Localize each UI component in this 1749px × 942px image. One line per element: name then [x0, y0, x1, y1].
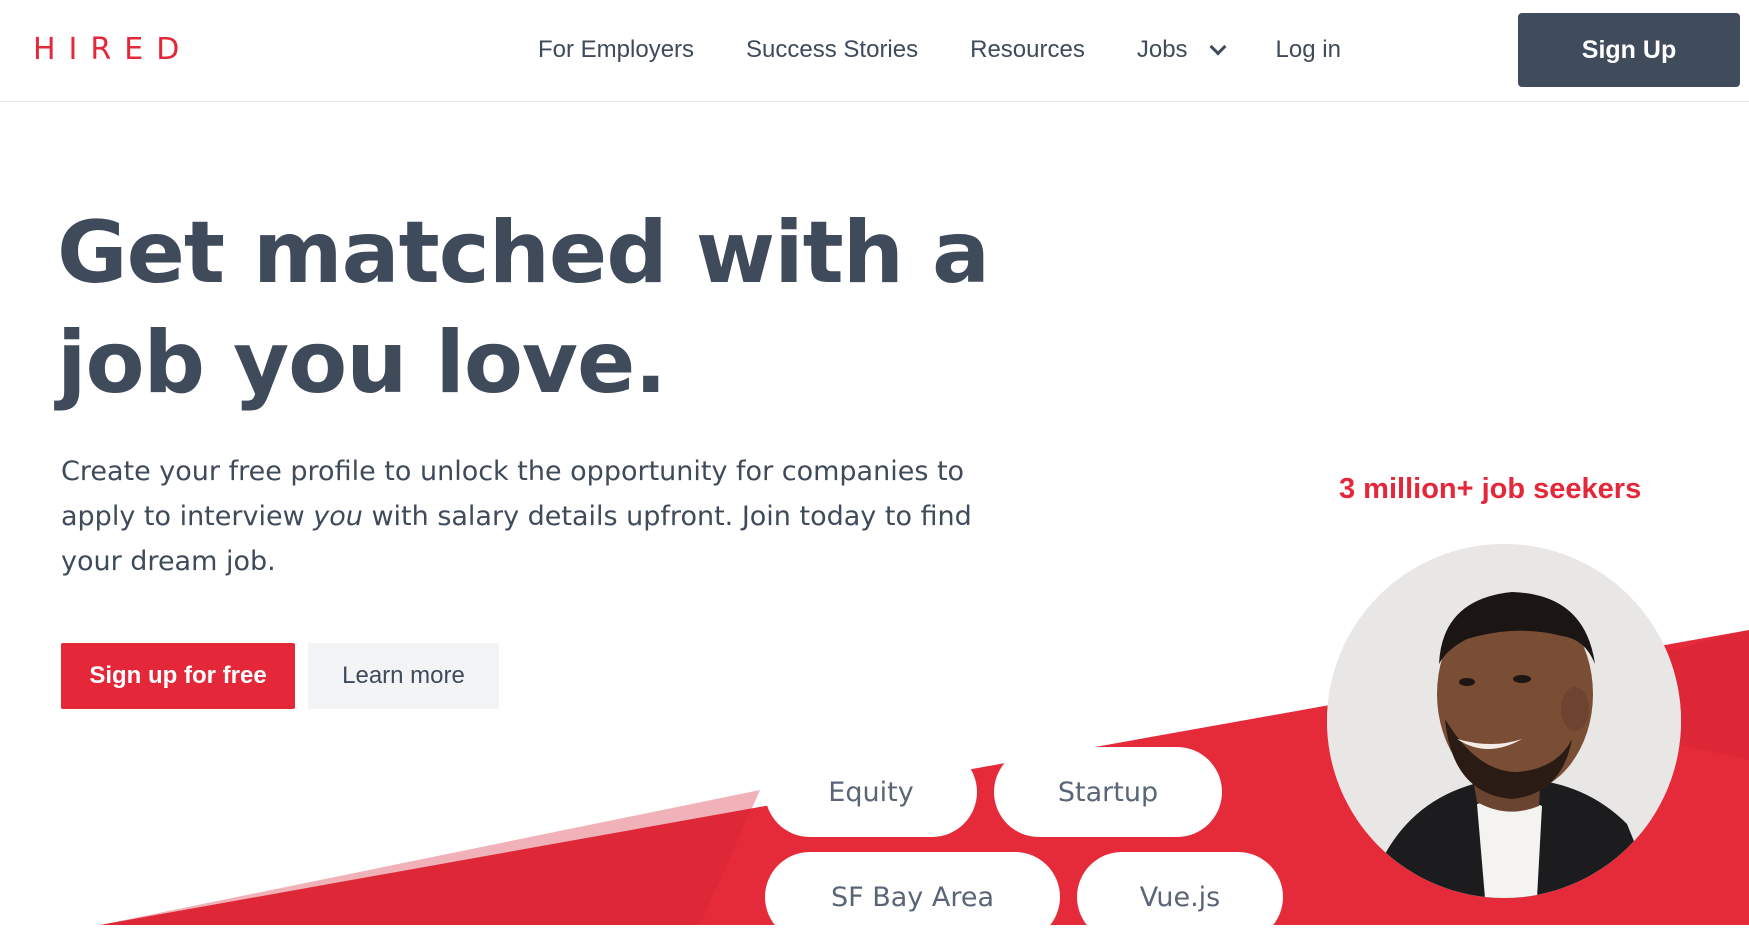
hired-logo[interactable]: HIRED: [33, 30, 192, 70]
sign-up-for-free-button[interactable]: Sign up for free: [61, 643, 295, 709]
nav-success-stories[interactable]: Success Stories: [746, 36, 918, 64]
sign-up-button[interactable]: Sign Up: [1518, 13, 1740, 87]
nav-log-in[interactable]: Log in: [1276, 36, 1341, 64]
tag-startup[interactable]: Startup: [994, 747, 1222, 837]
nav-jobs-label: Jobs: [1136, 36, 1188, 63]
main-nav: For Employers Success Stories Resources …: [538, 30, 1393, 70]
nav-jobs-dropdown[interactable]: Jobs: [1136, 36, 1227, 64]
job-seekers-count: 3 million+ job seekers: [1339, 473, 1642, 505]
hero-title-line-2: job you love.: [57, 313, 667, 413]
hero-title-line-1: Get matched with a: [57, 203, 990, 303]
nav-for-employers[interactable]: For Employers: [538, 36, 694, 64]
hero-title: Get matched with a job you love.: [57, 198, 1057, 418]
chevron-down-icon: [1209, 38, 1227, 56]
tag-equity[interactable]: Equity: [765, 747, 977, 837]
hero-subtitle-emphasis: you: [313, 501, 363, 532]
job-seeker-portrait-image: [1327, 544, 1681, 898]
tag-vuejs[interactable]: Vue.js: [1077, 852, 1283, 942]
job-seeker-avatar: [1327, 544, 1681, 898]
top-navigation-bar: HIRED For Employers Success Stories Reso…: [0, 0, 1749, 102]
learn-more-button[interactable]: Learn more: [308, 643, 499, 709]
tag-sf-bay-area[interactable]: SF Bay Area: [765, 852, 1060, 942]
nav-resources[interactable]: Resources: [970, 36, 1085, 64]
hero-subtitle: Create your free profile to unlock the o…: [61, 449, 1021, 584]
